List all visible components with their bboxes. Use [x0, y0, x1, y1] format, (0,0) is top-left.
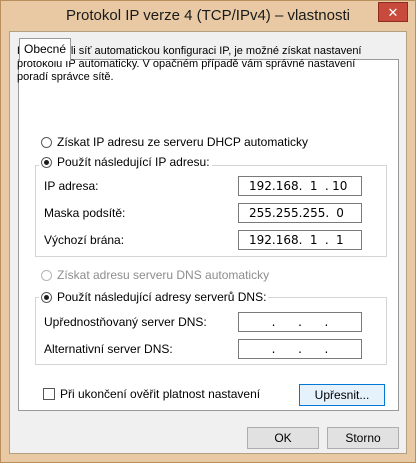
ip-octet: 192 [249, 179, 272, 193]
octet-separator: . [324, 315, 329, 329]
gateway-field[interactable]: 192. 168. 1. 1 [238, 230, 362, 250]
close-button[interactable]: ✕ [378, 2, 408, 22]
gateway-octet: 1 [309, 233, 318, 247]
gateway-octet: 1 [335, 233, 344, 247]
subnet-mask-field[interactable]: 255. 255. 255. 0 [238, 203, 362, 223]
radio-ip-manual[interactable]: Použít následující IP adresu: [39, 155, 212, 169]
alternate-dns-field[interactable]: . . . [238, 339, 362, 359]
radio-dns-manual[interactable]: Použít následující adresy serverů DNS: [39, 290, 269, 304]
radio-ip-auto-label: Získat IP adresu ze serveru DHCP automat… [57, 135, 308, 149]
ok-button[interactable]: OK [247, 427, 319, 449]
description-text: Podporuje-li síť automatickou konfigurac… [17, 45, 362, 83]
preferred-dns-field[interactable]: . . . [238, 312, 362, 332]
validate-label: Při ukončení ověřit platnost nastavení [60, 387, 261, 401]
ip-address-field[interactable]: 192. 168. 1. 10 [238, 176, 362, 196]
close-icon: ✕ [387, 5, 399, 20]
radio-dns-manual-label: Použít následující adresy serverů DNS: [57, 290, 267, 304]
radio-ip-manual-label: Použít následující IP adresu: [57, 155, 210, 169]
ip-octet: 1 [309, 179, 318, 193]
radio-dns-auto-label: Získat adresu serveru DNS automaticky [57, 268, 270, 282]
radio-dns-auto-circle[interactable] [41, 269, 52, 281]
mask-octet: 0 [336, 206, 344, 220]
validate-checkbox[interactable] [43, 388, 55, 400]
mask-octet: 255 [275, 206, 299, 220]
ip-address-label: IP adresa: [44, 179, 99, 193]
mask-octet: 255 [249, 206, 272, 220]
title-bar[interactable]: Protokol IP verze 4 (TCP/IPv4) – vlastno… [1, 1, 415, 31]
gateway-label: Výchozí brána: [44, 233, 125, 247]
radio-dns-auto[interactable]: Získat adresu serveru DNS automaticky [41, 268, 269, 282]
dialog-window: Protokol IP verze 4 (TCP/IPv4) – vlastno… [0, 0, 416, 463]
radio-ip-auto-circle[interactable] [41, 136, 52, 148]
tab-general[interactable]: Obecné [19, 38, 71, 61]
ip-octet: 168 [275, 179, 299, 193]
subnet-mask-label: Maska podsítě: [44, 206, 126, 220]
validate-settings-option[interactable]: Při ukončení ověřit platnost nastavení [43, 387, 260, 401]
octet-separator: . [298, 342, 302, 356]
octet-separator: . [324, 342, 329, 356]
mask-octet: 255 [302, 206, 326, 220]
octet-separator: . [298, 315, 302, 329]
ip-octet: 10 [332, 179, 348, 193]
radio-ip-auto[interactable]: Získat IP adresu ze serveru DHCP automat… [41, 135, 308, 149]
octet-separator: . [271, 342, 276, 356]
radio-dns-manual-circle[interactable] [41, 291, 52, 303]
radio-ip-manual-circle[interactable] [41, 156, 52, 168]
octet-separator: . [271, 315, 276, 329]
cancel-button[interactable]: Storno [327, 427, 399, 449]
gateway-octet: 168 [275, 233, 299, 247]
window-title: Protokol IP verze 4 (TCP/IPv4) – vlastno… [66, 7, 350, 24]
preferred-dns-label: Upřednostňovaný server DNS: [44, 315, 207, 329]
advanced-button[interactable]: Upřesnit... [299, 384, 385, 406]
gateway-octet: 192 [249, 233, 272, 247]
alternate-dns-label: Alternativní server DNS: [44, 342, 173, 356]
